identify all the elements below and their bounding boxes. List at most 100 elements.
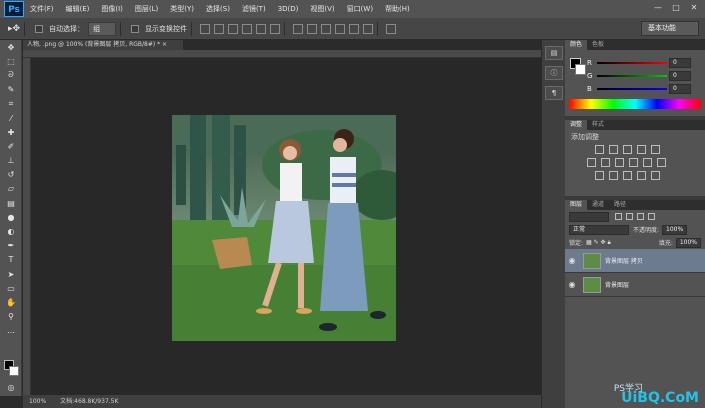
close-button[interactable]: ✕ — [687, 2, 701, 14]
blur-tool-icon[interactable]: ● — [0, 210, 22, 224]
opacity-input[interactable]: 100% — [662, 224, 688, 235]
history-brush-tool-icon[interactable]: ↺ — [0, 168, 22, 182]
slider-green[interactable]: G 0 — [565, 69, 705, 82]
auto-align-icon[interactable] — [386, 23, 397, 34]
tab-adjustments[interactable]: 调整 — [565, 120, 588, 130]
layer-row[interactable]: ◉ 背景图层 拷贝 — [565, 249, 705, 273]
menu-type[interactable]: 类型(Y) — [164, 0, 200, 18]
red-track[interactable] — [597, 61, 667, 64]
hand-tool-icon[interactable]: ✋ — [0, 295, 22, 309]
channel-mixer-icon[interactable] — [643, 158, 652, 167]
photo-filter-icon[interactable] — [629, 158, 638, 167]
horizontal-ruler[interactable] — [23, 50, 541, 58]
bg-color-mini[interactable] — [575, 64, 586, 75]
tab-color[interactable]: 颜色 — [565, 40, 588, 50]
blue-track[interactable] — [597, 87, 667, 90]
vertical-ruler[interactable] — [23, 58, 31, 395]
black-white-icon[interactable] — [615, 158, 624, 167]
color-spectrum[interactable] — [569, 99, 701, 109]
distribute-bottom-icon[interactable] — [321, 23, 332, 34]
layer-name[interactable]: 背景图层 拷贝 — [605, 256, 643, 265]
slider-red[interactable]: R 0 — [565, 56, 705, 69]
dodge-tool-icon[interactable]: ◐ — [0, 224, 22, 238]
menu-select[interactable]: 选择(S) — [200, 0, 236, 18]
document-info[interactable]: 文档:468.8K/937.5K — [60, 395, 118, 408]
layer-row[interactable]: ◉ 背景图层 — [565, 273, 705, 297]
menu-layer[interactable]: 图层(L) — [129, 0, 164, 18]
healing-brush-tool-icon[interactable]: ✚ — [0, 125, 22, 139]
hue-sat-icon[interactable] — [587, 158, 596, 167]
eye-icon[interactable]: ◉ — [565, 280, 579, 289]
green-track[interactable] — [597, 74, 667, 77]
menu-window[interactable]: 窗口(W) — [341, 0, 379, 18]
tab-swatches[interactable]: 色板 — [587, 40, 609, 50]
menu-3d[interactable]: 3D(D) — [272, 0, 305, 18]
pen-tool-icon[interactable]: ✒ — [0, 239, 22, 253]
levels-icon[interactable] — [609, 145, 618, 154]
path-select-tool-icon[interactable]: ➤ — [0, 267, 22, 281]
background-color-swatch[interactable] — [9, 366, 19, 376]
slider-blue[interactable]: B 0 — [565, 82, 705, 95]
menu-help[interactable]: 帮助(H) — [379, 0, 416, 18]
red-value[interactable]: 0 — [669, 57, 691, 68]
lock-pixels-icon[interactable]: ▦ ✎ ✥ 🔒︎ — [586, 239, 611, 247]
gradient-map-icon[interactable] — [637, 171, 646, 180]
eraser-tool-icon[interactable]: ▱ — [0, 182, 22, 196]
paragraph-panel-icon[interactable]: ¶ — [545, 86, 563, 100]
document-image[interactable] — [172, 115, 396, 341]
more-tools-icon[interactable]: … — [0, 324, 22, 338]
exposure-icon[interactable] — [637, 145, 646, 154]
menu-edit[interactable]: 编辑(E) — [60, 0, 96, 18]
filter-shape-icon[interactable] — [648, 213, 655, 220]
blue-value[interactable]: 0 — [669, 83, 691, 94]
align-hcenter-icon[interactable] — [256, 23, 267, 34]
zoom-tool-icon[interactable]: ⚲ — [0, 310, 22, 324]
threshold-icon[interactable] — [623, 171, 632, 180]
color-lookup-icon[interactable] — [657, 158, 666, 167]
invert-icon[interactable] — [595, 171, 604, 180]
layer-name[interactable]: 背景图层 — [605, 280, 629, 289]
eyedropper-tool-icon[interactable]: ⁄ — [0, 111, 22, 125]
eye-icon[interactable]: ◉ — [565, 256, 579, 265]
tab-styles[interactable]: 样式 — [587, 120, 609, 130]
quick-select-tool-icon[interactable]: ✎ — [0, 83, 22, 97]
menu-filter[interactable]: 滤镜(T) — [236, 0, 272, 18]
quick-mask-icon[interactable]: ◎ — [0, 380, 22, 394]
curves-icon[interactable] — [623, 145, 632, 154]
marquee-tool-icon[interactable]: ⬚ — [0, 54, 22, 68]
gradient-tool-icon[interactable]: ▤ — [0, 196, 22, 210]
show-transform-checkbox[interactable] — [131, 24, 140, 33]
color-balance-icon[interactable] — [601, 158, 610, 167]
green-value[interactable]: 0 — [669, 70, 691, 81]
crop-tool-icon[interactable]: ⌗ — [0, 97, 22, 111]
distribute-hcenter-icon[interactable] — [349, 23, 360, 34]
maximize-button[interactable]: □ — [669, 2, 683, 14]
move-tool-icon[interactable]: ▸✥ — [8, 24, 20, 34]
move-tool-icon[interactable]: ✥ — [0, 40, 22, 54]
auto-select-dropdown[interactable]: 组 — [88, 21, 117, 36]
document-tab[interactable]: 人物, .png @ 100% (背景图层 拷贝, RGB/8#) * × — [23, 40, 183, 50]
workspace-dropdown[interactable]: 基本功能 — [641, 21, 699, 36]
tab-layers[interactable]: 图层 — [565, 200, 588, 210]
minimize-button[interactable]: — — [651, 2, 665, 14]
history-panel-icon[interactable]: ▤ — [545, 46, 563, 60]
layer-filter-kind[interactable] — [569, 211, 609, 222]
distribute-vcenter-icon[interactable] — [307, 23, 318, 34]
clone-stamp-tool-icon[interactable]: ⊥ — [0, 154, 22, 168]
align-bottom-icon[interactable] — [228, 23, 239, 34]
lasso-tool-icon[interactable]: ᘐ — [0, 68, 22, 82]
vibrance-icon[interactable] — [651, 145, 660, 154]
menu-image[interactable]: 图像(I) — [95, 0, 129, 18]
distribute-right-icon[interactable] — [363, 23, 374, 34]
posterize-icon[interactable] — [609, 171, 618, 180]
properties-panel-icon[interactable]: ⓘ — [545, 66, 563, 80]
filter-adjust-icon[interactable] — [626, 213, 633, 220]
tab-channels[interactable]: 通道 — [587, 200, 609, 210]
zoom-level[interactable]: 100% — [29, 395, 46, 408]
menu-view[interactable]: 视图(V) — [304, 0, 340, 18]
align-top-icon[interactable] — [200, 23, 211, 34]
selective-color-icon[interactable] — [651, 171, 660, 180]
align-left-icon[interactable] — [242, 23, 253, 34]
auto-select-checkbox[interactable] — [35, 24, 44, 33]
blend-mode-dropdown[interactable]: 正常 — [569, 224, 629, 235]
